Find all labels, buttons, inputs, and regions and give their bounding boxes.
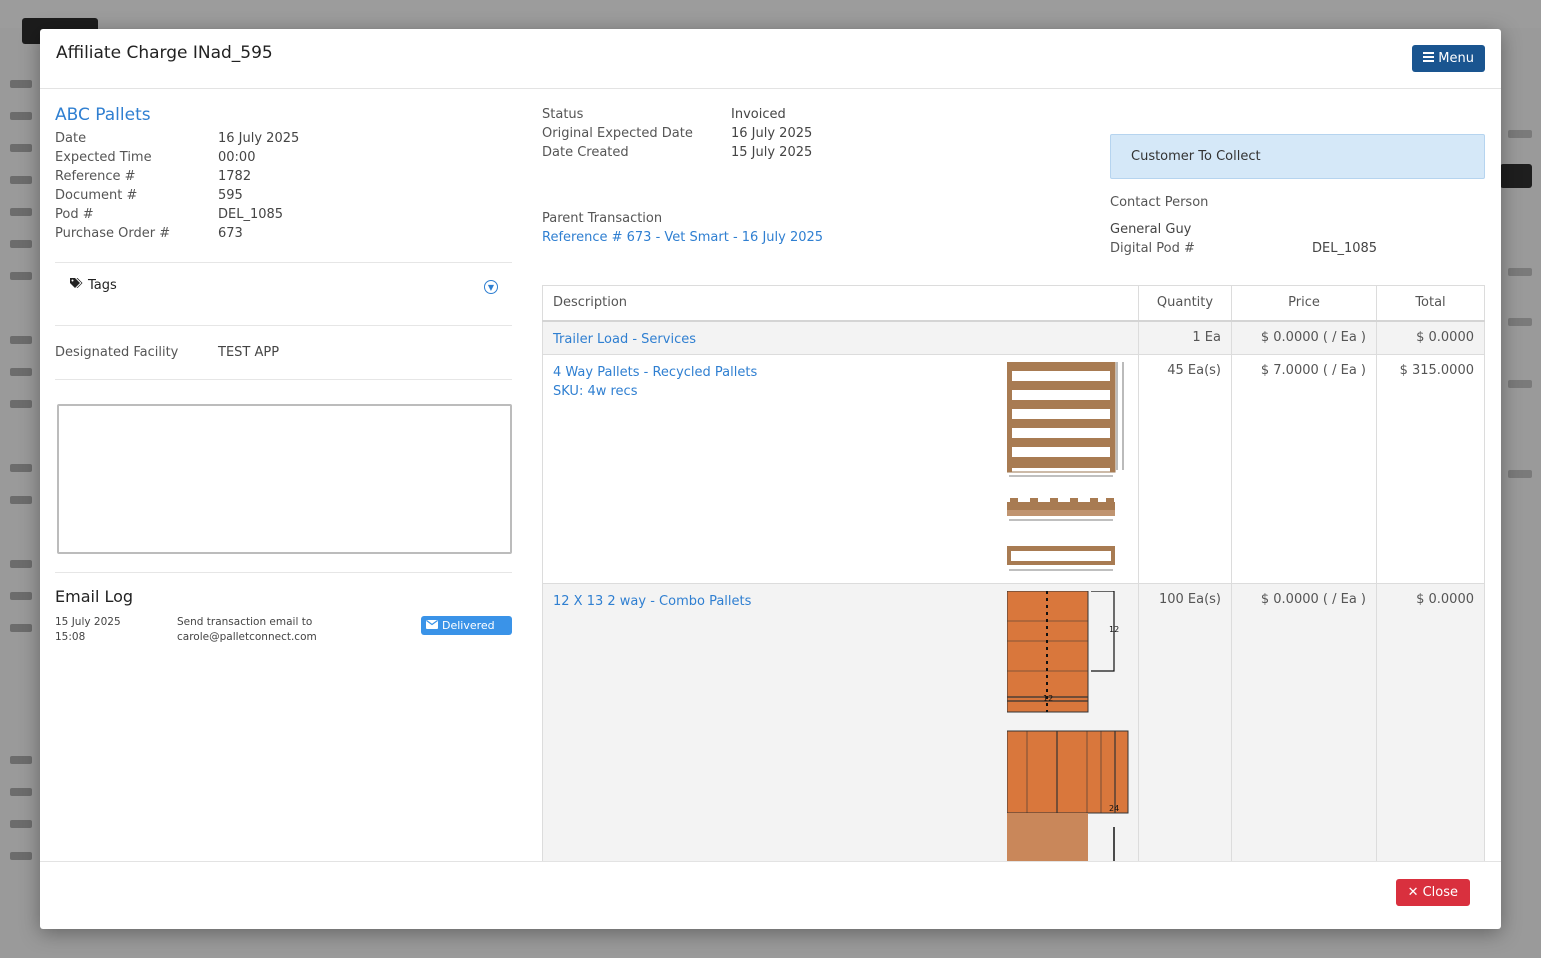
pallet-drawing-image xyxy=(1006,361,1127,578)
menu-button-label: Menu xyxy=(1438,51,1474,66)
drawing-dimension-b: 24 xyxy=(1109,804,1119,813)
date-label: Date xyxy=(55,131,87,146)
modal-footer: ✕ Close xyxy=(40,861,1501,929)
table-row: 12 X 13 2 way - Combo Pallets 12 12 24 1… xyxy=(542,583,1485,861)
document-row: Document # 595 xyxy=(55,186,512,205)
tags-header: Tags xyxy=(70,278,117,293)
item-link[interactable]: Trailer Load - Services xyxy=(553,330,1128,349)
item-description-cell: Trailer Load - Services xyxy=(542,320,1139,355)
delivered-badge: Delivered xyxy=(421,616,512,635)
modal-body: ABC Pallets Date 16 July 2025 Expected T… xyxy=(40,90,1501,861)
drawing-dimension-a: 12 xyxy=(1043,694,1053,703)
date-value: 16 July 2025 xyxy=(218,131,300,146)
hamburger-icon xyxy=(1423,51,1435,66)
item-price: $ 7.0000 ( / Ea ) xyxy=(1231,354,1377,584)
column-header-description: Description xyxy=(542,285,1139,322)
parent-transaction-label: Parent Transaction xyxy=(542,211,663,226)
status-label: Status xyxy=(542,107,584,122)
notes-textarea[interactable] xyxy=(57,404,512,554)
combo-pallet-drawing-image: 12 12 24 xyxy=(1006,590,1131,861)
date-created-label: Date Created xyxy=(542,145,629,160)
item-quantity: 100 Ea(s) xyxy=(1138,583,1232,861)
document-value: 595 xyxy=(218,188,243,203)
item-description-cell: 12 X 13 2 way - Combo Pallets 12 12 24 xyxy=(542,583,1139,861)
pod-value: DEL_1085 xyxy=(218,207,284,222)
email-log-title: Email Log xyxy=(55,587,134,606)
date-row: Date 16 July 2025 xyxy=(55,129,512,148)
expected-time-label: Expected Time xyxy=(55,150,152,165)
affiliate-charge-modal: Affiliate Charge INad_595 Menu ABC Palle… xyxy=(40,29,1501,929)
delivered-label: Delivered xyxy=(442,619,495,632)
email-log-message: Send transaction email to carole@palletc… xyxy=(177,615,317,645)
date-created-value: 15 July 2025 xyxy=(731,145,813,160)
table-header-row: Description Quantity Price Total xyxy=(542,285,1485,322)
column-header-total: Total xyxy=(1376,285,1485,322)
close-icon: ✕ xyxy=(1407,885,1419,900)
reference-row: Reference # 1782 xyxy=(55,167,512,186)
digital-pod-value: DEL_1085 xyxy=(1312,241,1378,256)
original-expected-date-value: 16 July 2025 xyxy=(731,126,813,141)
line-items-table: Description Quantity Price Total Trailer… xyxy=(542,285,1485,861)
status-value: Invoiced xyxy=(731,107,786,122)
item-total: $ 0.0000 xyxy=(1376,583,1485,861)
designated-facility-row: Designated Facility TEST APP xyxy=(55,326,512,380)
purchase-order-value: 673 xyxy=(218,226,243,241)
pod-label: Pod # xyxy=(55,207,94,222)
background-topbar xyxy=(0,0,1541,28)
close-button-label: Close xyxy=(1422,885,1458,900)
contact-person-name: General Guy xyxy=(1110,222,1192,237)
document-label: Document # xyxy=(55,188,138,203)
tags-icon xyxy=(70,278,83,293)
drawing-dimension-side: 12 xyxy=(1109,625,1119,634)
table-row: Trailer Load - Services 1 Ea $ 0.0000 ( … xyxy=(542,320,1485,355)
purchase-order-label: Purchase Order # xyxy=(55,226,171,241)
email-log-divider xyxy=(55,572,512,573)
digital-pod-label: Digital Pod # xyxy=(1110,241,1195,256)
facility-value: TEST APP xyxy=(218,345,280,360)
email-log-date: 15 July 2025 xyxy=(55,616,121,628)
customer-to-collect-callout: Customer To Collect xyxy=(1110,134,1485,179)
chevron-down-icon[interactable]: ▼ xyxy=(484,280,498,294)
pod-row: Pod # DEL_1085 xyxy=(55,205,512,224)
column-header-price: Price xyxy=(1231,285,1377,322)
item-description-cell: 4 Way Pallets - Recycled Pallets SKU: 4w… xyxy=(542,354,1139,584)
expected-time-row: Expected Time 00:00 xyxy=(55,148,512,167)
item-price: $ 0.0000 ( / Ea ) xyxy=(1231,320,1377,355)
expected-time-value: 00:00 xyxy=(218,150,256,165)
email-log-timestamp: 15 July 2025 15:08 xyxy=(55,615,121,645)
item-quantity: 1 Ea xyxy=(1138,320,1232,355)
item-price: $ 0.0000 ( / Ea ) xyxy=(1231,583,1377,861)
tags-label: Tags xyxy=(88,278,117,293)
item-total: $ 0.0000 xyxy=(1376,320,1485,355)
item-quantity: 45 Ea(s) xyxy=(1138,354,1232,584)
summary-panel: ABC Pallets Date 16 July 2025 Expected T… xyxy=(55,105,512,243)
reference-label: Reference # xyxy=(55,169,136,184)
contact-person-label: Contact Person xyxy=(1110,195,1209,210)
envelope-check-icon xyxy=(426,619,438,632)
company-link[interactable]: ABC Pallets xyxy=(55,105,512,125)
date-created-row: Date Created 15 July 2025 xyxy=(542,143,1082,162)
column-header-quantity: Quantity xyxy=(1138,285,1232,322)
facility-label: Designated Facility xyxy=(55,345,179,360)
tags-section: Tags ▼ xyxy=(55,262,512,326)
purchase-order-row: Purchase Order # 673 xyxy=(55,224,512,243)
email-log-message-line2: carole@palletconnect.com xyxy=(177,631,317,643)
item-total: $ 315.0000 xyxy=(1376,354,1485,584)
status-row: Status Invoiced xyxy=(542,105,1082,124)
background-sidebar xyxy=(0,60,40,900)
reference-value: 1782 xyxy=(218,169,252,184)
status-panel: Status Invoiced Original Expected Date 1… xyxy=(542,105,1082,162)
close-button[interactable]: ✕ Close xyxy=(1395,879,1470,906)
modal-header: Affiliate Charge INad_595 Menu xyxy=(40,29,1501,89)
email-log-message-line1: Send transaction email to xyxy=(177,616,313,628)
table-row: 4 Way Pallets - Recycled Pallets SKU: 4w… xyxy=(542,354,1485,584)
email-log-time: 15:08 xyxy=(55,631,86,643)
menu-button[interactable]: Menu xyxy=(1412,45,1485,72)
original-expected-date-row: Original Expected Date 16 July 2025 xyxy=(542,124,1082,143)
modal-title: Affiliate Charge INad_595 xyxy=(56,43,273,63)
digital-pod-row: Digital Pod # DEL_1085 xyxy=(1110,241,1485,256)
parent-transaction-link[interactable]: Reference # 673 - Vet Smart - 16 July 20… xyxy=(542,230,823,245)
original-expected-date-label: Original Expected Date xyxy=(542,126,693,141)
email-log-entry: 15 July 2025 15:08 Send transaction emai… xyxy=(55,615,512,647)
